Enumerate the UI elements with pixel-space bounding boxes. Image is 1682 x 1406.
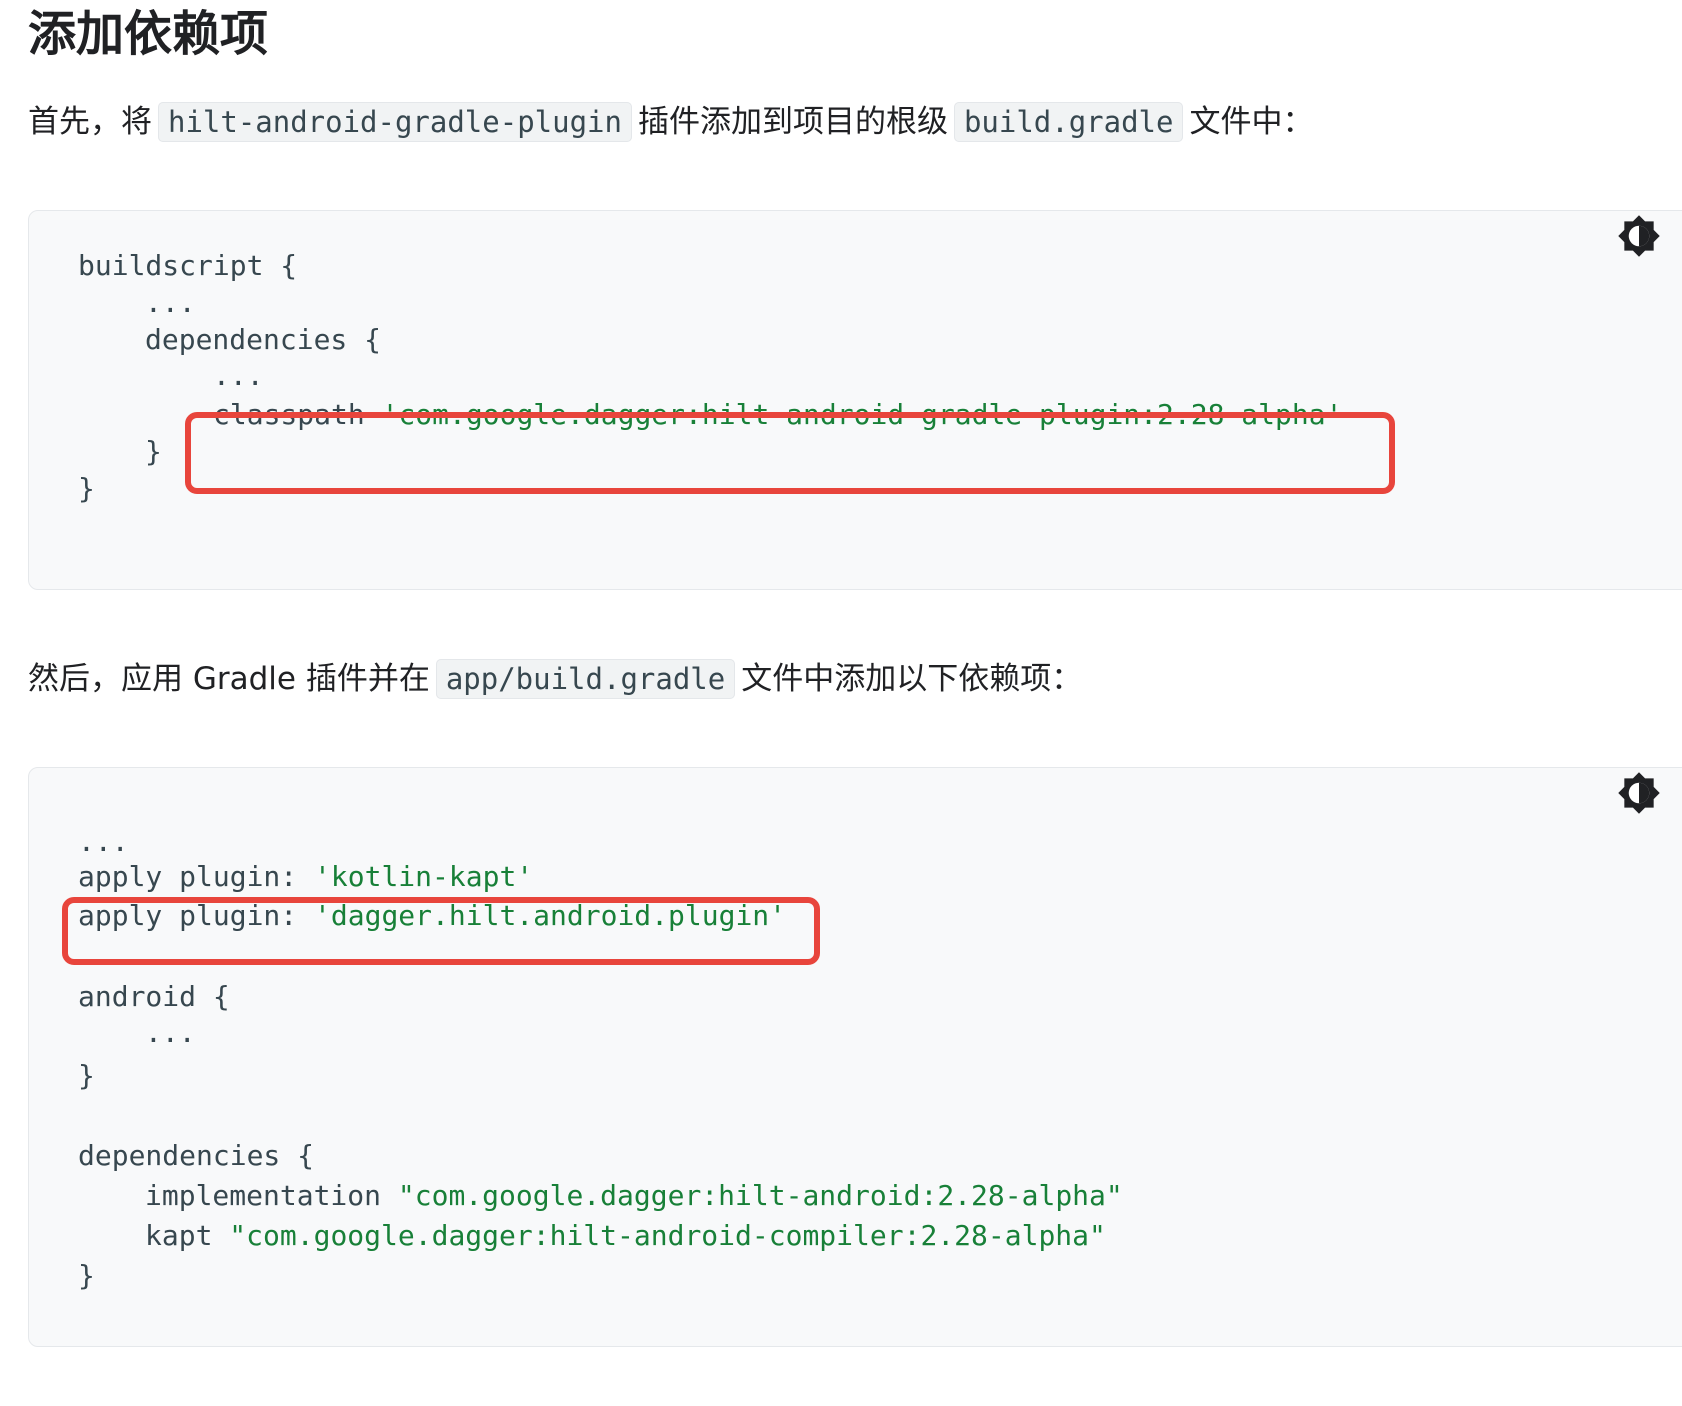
code-line: android { — [78, 980, 230, 1013]
intro-text-before: 首先，将 — [28, 104, 152, 140]
code-keyword: kapt — [145, 1219, 230, 1252]
theme-toggle-icon[interactable] — [1617, 771, 1661, 815]
inline-code-plugin: hilt-android-gradle-plugin — [158, 102, 632, 142]
code-line: } — [78, 1059, 95, 1092]
code-line: } — [145, 435, 162, 468]
code-line-implementation: implementation "com.google.dagger:hilt-a… — [145, 1176, 1123, 1216]
apply-plugin-paragraph: 然后，应用 Gradle 插件并在 app/build.gradle 文件中添加以下… — [28, 655, 1082, 703]
code-line-apply-kapt: apply plugin: 'kotlin-kapt' — [78, 857, 533, 897]
code-line: ... — [145, 1016, 196, 1049]
inline-code-build-gradle: build.gradle — [953, 102, 1184, 142]
highlight-box-apply-hilt — [62, 897, 820, 965]
code-string: 'kotlin-kapt' — [314, 860, 534, 893]
code-line: ... — [78, 825, 129, 858]
code-string: "com.google.dagger:hilt-android-compiler… — [229, 1219, 1106, 1252]
code-line: } — [78, 1259, 95, 1292]
code-keyword: implementation — [145, 1179, 398, 1212]
code-line: ... — [145, 286, 196, 319]
inline-code-app-build-gradle: app/build.gradle — [435, 659, 736, 699]
code-string: "com.google.dagger:hilt-android:2.28-alp… — [397, 1179, 1123, 1212]
code-block-app-build-gradle — [28, 767, 1682, 1347]
code-line-kapt: kapt "com.google.dagger:hilt-android-com… — [145, 1216, 1106, 1256]
code-line: dependencies { — [145, 323, 382, 356]
code-line: ... — [213, 359, 264, 392]
theme-toggle-icon[interactable] — [1617, 214, 1661, 258]
intro-paragraph: 首先，将 hilt-android-gradle-plugin 插件添加到项目的根级… — [28, 98, 1313, 146]
code-line: buildscript { — [78, 249, 298, 282]
intro-text-middle: 插件添加到项目的根级 — [637, 104, 948, 140]
intro-text-after: 文件中： — [1189, 104, 1314, 140]
apply-text-before: 然后，应用 Gradle 插件并在 — [28, 661, 430, 697]
code-keyword: apply plugin: — [78, 860, 315, 893]
page-title: 添加依赖项 — [28, 6, 269, 62]
code-line: } — [78, 472, 95, 505]
apply-text-after: 文件中添加以下依赖项： — [741, 661, 1083, 697]
highlight-box-classpath — [185, 412, 1395, 494]
code-line: dependencies { — [78, 1139, 315, 1172]
